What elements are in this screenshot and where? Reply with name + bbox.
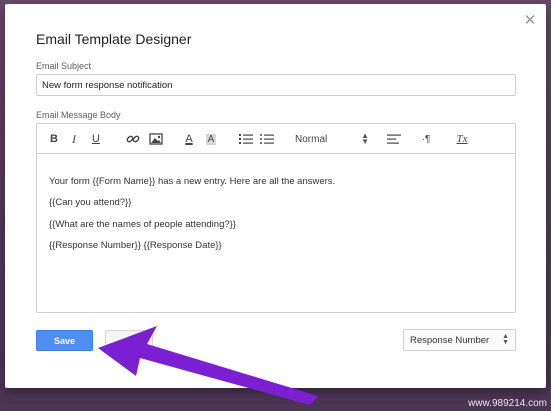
font-size-value: Normal: [295, 133, 328, 145]
content-line: {{What are the names of people attending…: [49, 218, 236, 230]
bullet-list-icon[interactable]: [260, 131, 274, 147]
underline-button[interactable]: U: [89, 131, 103, 147]
italic-button[interactable]: I: [67, 131, 81, 147]
clear-formatting-button[interactable]: Tx: [454, 131, 470, 147]
font-size-select[interactable]: Normal ▲ ▼: [295, 131, 369, 147]
editor-content[interactable]: Your form {{Form Name}} has a new entry.…: [37, 154, 515, 272]
content-line: Your form {{Form Name}} has a new entry.…: [49, 176, 336, 187]
ordered-list-icon[interactable]: [239, 131, 253, 147]
bold-button[interactable]: B: [47, 131, 61, 147]
chevron-updown-icon: ▲ ▼: [361, 131, 369, 146]
save-button[interactable]: Save: [36, 330, 93, 351]
background-color-button[interactable]: A: [204, 131, 218, 147]
subject-input[interactable]: [36, 74, 516, 96]
chevron-updown-icon: ▲ ▼: [502, 333, 509, 346]
secondary-button[interactable]: [105, 330, 153, 351]
message-body-editor[interactable]: B I U A A Normal ▲ ▼ ·¶ Tx Your form {{F…: [36, 123, 516, 313]
align-icon[interactable]: [387, 131, 401, 147]
image-icon[interactable]: [148, 131, 164, 147]
close-icon[interactable]: ✕: [523, 13, 537, 28]
content-line: {{Can you attend?}}: [49, 197, 132, 209]
dialog-title: Email Template Designer: [36, 31, 192, 47]
text-direction-button[interactable]: ·¶: [418, 131, 434, 147]
subject-label: Email Subject: [36, 61, 92, 71]
content-line: {{Response Number}} {{Response Date}}: [49, 240, 222, 252]
editor-toolbar: B I U A A Normal ▲ ▼ ·¶ Tx: [37, 124, 515, 154]
placeholder-select-value: Response Number: [410, 334, 490, 346]
placeholder-select[interactable]: Response Number ▲ ▼: [403, 329, 516, 351]
background-color-label: A: [205, 133, 217, 145]
link-icon[interactable]: [125, 131, 141, 147]
font-color-button[interactable]: A: [182, 131, 196, 147]
email-template-dialog: ✕ Email Template Designer Email Subject …: [5, 4, 546, 388]
body-label: Email Message Body: [36, 110, 121, 120]
watermark: www.989214.com: [468, 398, 547, 409]
